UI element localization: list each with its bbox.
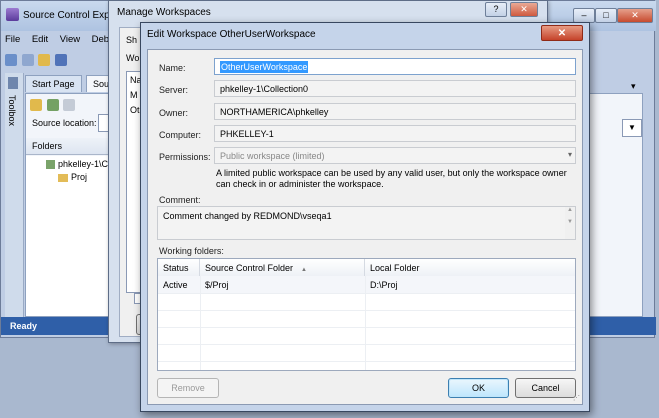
computer-label: Computer: — [159, 130, 202, 140]
tab-overflow-icon[interactable]: ▾ — [631, 81, 636, 92]
comment-scrollbar[interactable]: ▲ ▼ — [565, 207, 575, 239]
chevron-down-icon: ▾ — [567, 150, 572, 159]
comment-value: Comment changed by REDMOND\vseqa1 — [163, 211, 332, 221]
permissions-label: Permissions: — [159, 152, 211, 162]
manage-workspaces-title-bar: Manage Workspaces ? ✕ — [109, 1, 547, 23]
table-row[interactable]: Active $/Proj D:\Proj — [158, 276, 575, 293]
row-divider — [158, 293, 575, 294]
minimize-button[interactable]: – — [573, 8, 595, 23]
sort-ascending-icon: ▲ — [301, 267, 307, 273]
server-label: Server: — [159, 85, 189, 95]
edit-close-button[interactable]: ✕ — [541, 25, 583, 41]
add-item-icon[interactable] — [21, 54, 34, 66]
column-divider — [365, 276, 366, 370]
save-icon[interactable] — [54, 54, 67, 66]
edit-workspace-dialog: Edit Workspace OtherUserWorkspace ✕ Name… — [140, 22, 590, 412]
permissions-value: Public workspace (limited) — [220, 151, 325, 161]
row-divider — [158, 310, 575, 311]
remove-button[interactable]: Remove — [157, 378, 219, 398]
refresh-icon[interactable] — [46, 99, 59, 111]
folder-icon — [58, 173, 68, 182]
name-value: OtherUserWorkspace — [220, 61, 309, 73]
toolbox-label: Toolbox — [7, 95, 17, 127]
column-local-folder[interactable]: Local Folder — [365, 259, 575, 276]
column-source-label: Source Control Folder — [205, 263, 294, 273]
tree-item-proj-label: Proj — [71, 172, 88, 182]
vs-close-button[interactable]: ✕ — [617, 8, 653, 23]
source-location-label: Source location: — [32, 118, 97, 128]
show-label-fragment: Sh — [126, 35, 138, 45]
workspaces-label-fragment: Wo — [126, 53, 140, 63]
edit-workspace-title: Edit Workspace OtherUserWorkspace — [147, 29, 316, 40]
list-item[interactable]: M — [130, 90, 138, 100]
new-folder-icon[interactable] — [63, 99, 76, 111]
cancel-button[interactable]: Cancel — [515, 378, 576, 398]
row-divider — [158, 327, 575, 328]
resize-grip-icon[interactable]: ⋰ — [573, 394, 580, 402]
table-header: Status Source Control Folder ▲ Local Fold… — [158, 259, 575, 277]
list-item[interactable]: Ot — [130, 105, 140, 115]
row-local-folder: D:\Proj — [370, 280, 398, 290]
row-status: Active — [163, 280, 188, 290]
row-divider — [158, 344, 575, 345]
column-divider — [200, 276, 201, 370]
comment-label: Comment: — [159, 195, 201, 205]
owner-field: NORTHAMERICA\phkelley — [214, 103, 576, 120]
column-status[interactable]: Status — [158, 259, 200, 276]
menu-view[interactable]: View — [60, 34, 80, 45]
column-status-label: Status — [163, 263, 189, 273]
help-button[interactable]: ? — [485, 2, 507, 17]
new-project-icon[interactable] — [5, 54, 17, 66]
column-source-control-folder[interactable]: Source Control Folder ▲ — [200, 259, 365, 276]
status-text: Ready — [10, 321, 38, 331]
server-field: phkelley-1\Collection0 — [214, 80, 576, 97]
permissions-select[interactable]: Public workspace (limited) ▾ — [214, 147, 576, 164]
menu-file[interactable]: File — [5, 34, 20, 45]
row-source-folder: $/Proj — [205, 280, 229, 290]
maximize-button[interactable]: □ — [595, 8, 617, 23]
toolbox-icon — [8, 77, 18, 89]
working-folders-label: Working folders: — [159, 246, 224, 256]
manage-workspaces-title: Manage Workspaces — [117, 7, 211, 18]
owner-label: Owner: — [159, 108, 189, 118]
menu-edit[interactable]: Edit — [32, 34, 48, 45]
row-divider — [158, 361, 575, 362]
explorer-toolbar — [30, 96, 77, 112]
open-folder-icon[interactable] — [38, 54, 51, 66]
column-local-label: Local Folder — [370, 263, 420, 273]
comment-textarea[interactable]: Comment changed by REDMOND\vseqa1 ▲ ▼ — [157, 206, 576, 240]
name-label: Name: — [159, 63, 186, 73]
toolbox-strip[interactable]: Toolbox — [5, 73, 24, 317]
vs-app-icon — [6, 8, 19, 21]
source-location-dropdown[interactable]: ▼ — [622, 119, 642, 137]
manage-close-button[interactable]: ✕ — [510, 2, 538, 17]
tab-start-page[interactable]: Start Page — [25, 75, 82, 92]
edit-workspace-body: Name: OtherUserWorkspace Server: phkelle… — [147, 49, 583, 405]
name-field[interactable]: OtherUserWorkspace — [214, 58, 576, 75]
computer-field: PHKELLEY-1 — [214, 125, 576, 142]
folder-icon[interactable] — [30, 99, 42, 111]
working-folders-table[interactable]: Status Source Control Folder ▲ Local Fold… — [157, 258, 576, 371]
ok-button[interactable]: OK — [448, 378, 509, 398]
folders-header-label: Folders — [32, 141, 63, 151]
server-icon — [46, 160, 55, 170]
tree-item-proj[interactable]: Proj — [58, 172, 87, 182]
permissions-description: A limited public workspace can be used b… — [216, 168, 567, 189]
